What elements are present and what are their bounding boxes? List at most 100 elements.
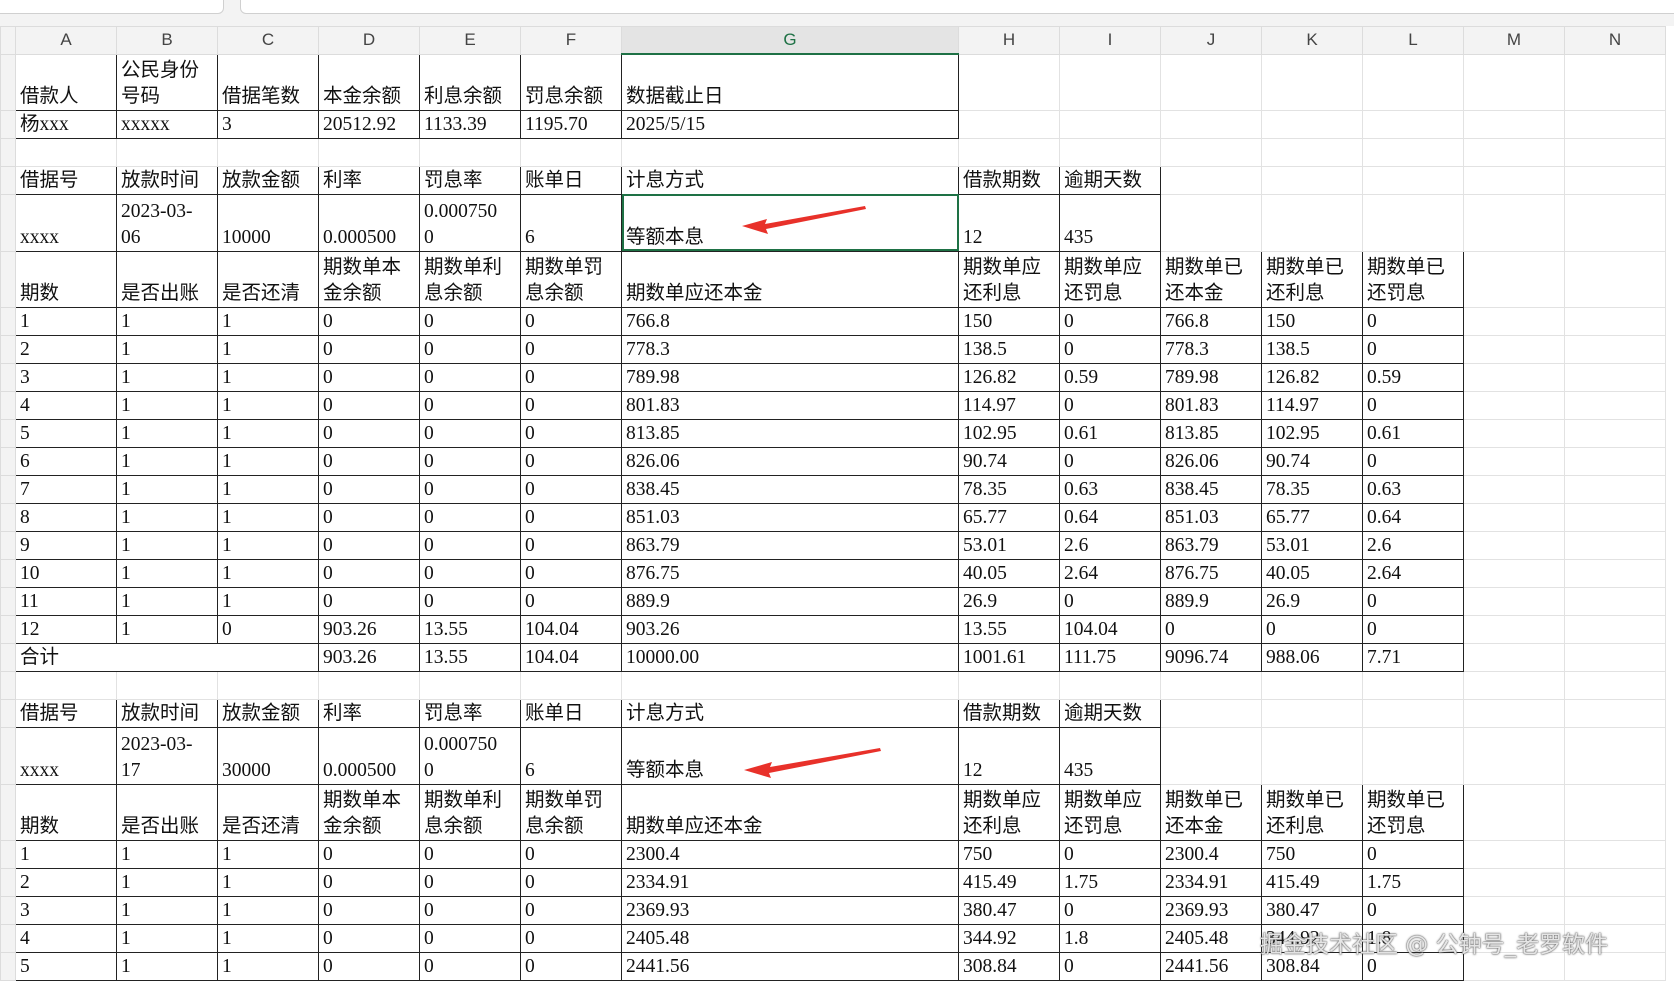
column-header-B[interactable]: B [116,26,218,55]
empty-cell[interactable] [1564,614,1666,644]
cell[interactable]: 13.55 [419,642,521,672]
cell[interactable]: 876.75 [1160,558,1262,588]
row-header[interactable] [0,193,16,252]
cell[interactable]: 308.84 [958,951,1060,981]
cell[interactable]: 10000 [217,193,319,252]
empty-cell[interactable] [1564,165,1666,195]
empty-cell[interactable] [1463,334,1565,364]
cell[interactable]: 1 [217,951,319,981]
column-header-A[interactable]: A [15,26,117,55]
cell[interactable]: 0 [318,334,420,364]
empty-cell[interactable] [116,670,218,700]
cell[interactable]: 2.64 [1059,558,1161,588]
cell[interactable]: 期数单应还本金 [621,783,959,841]
cell[interactable]: 期数单罚 息余额 [520,783,622,841]
empty-cell[interactable] [1463,614,1565,644]
column-header-E[interactable]: E [419,26,521,55]
empty-cell[interactable] [1160,165,1262,195]
cell[interactable]: 801.83 [1160,390,1262,420]
cell[interactable]: 766.8 [1160,306,1262,336]
cell[interactable]: 750 [1261,839,1363,869]
cell[interactable]: 1 [116,474,218,504]
empty-cell[interactable] [1059,670,1161,700]
empty-cell[interactable] [419,670,521,700]
row-header[interactable] [0,586,16,616]
cell[interactable]: 90.74 [1261,446,1363,476]
cell[interactable]: 0 [318,390,420,420]
cell[interactable]: 0 [1059,895,1161,925]
cell[interactable]: 是否出账 [116,250,218,308]
cell[interactable]: 0 [1059,306,1161,336]
cell[interactable]: 0 [318,362,420,392]
cell[interactable]: 期数单已 还本金 [1160,250,1262,308]
cell[interactable]: 期数单应 还利息 [958,250,1060,308]
empty-cell[interactable] [1463,53,1565,111]
empty-cell[interactable] [1463,390,1565,420]
cell[interactable]: 7 [15,474,117,504]
empty-cell[interactable] [1463,783,1565,841]
cell[interactable]: 10000.00 [621,642,959,672]
row-header[interactable] [0,867,16,897]
cell[interactable]: 90.74 [958,446,1060,476]
cell[interactable]: 789.98 [621,362,959,392]
column-header-C[interactable]: C [217,26,319,55]
empty-cell[interactable] [1564,306,1666,336]
cell[interactable]: 13.55 [419,614,521,644]
empty-cell[interactable] [1059,137,1161,167]
row-header[interactable] [0,530,16,560]
empty-cell[interactable] [1160,137,1262,167]
cell[interactable]: 0 [520,558,622,588]
cell[interactable]: 0 [318,502,420,532]
empty-cell[interactable] [1463,502,1565,532]
cell[interactable]: 放款时间 [116,165,218,195]
cell[interactable]: 账单日 [520,165,622,195]
empty-cell[interactable] [1564,558,1666,588]
cell[interactable]: 利率 [318,698,420,728]
cell[interactable]: 0 [1059,586,1161,616]
cell[interactable]: 0 [419,951,521,981]
cell[interactable]: 0 [1362,586,1464,616]
cell[interactable]: 889.9 [621,586,959,616]
empty-cell[interactable] [1362,726,1464,785]
cell[interactable]: 1 [116,390,218,420]
cell[interactable]: 0 [419,839,521,869]
cell[interactable]: 0.000500 [318,726,420,785]
empty-cell[interactable] [1261,137,1363,167]
empty-cell[interactable] [1160,670,1262,700]
cell[interactable]: 3 [217,109,319,139]
cell[interactable]: 0 [520,474,622,504]
empty-cell[interactable] [1564,530,1666,560]
empty-cell[interactable] [1362,698,1464,728]
empty-cell[interactable] [1160,53,1262,111]
cell[interactable]: 期数单已 还罚息 [1362,783,1464,841]
cell[interactable]: 0 [318,306,420,336]
row-header[interactable] [0,250,16,308]
empty-cell[interactable] [1160,726,1262,785]
cell[interactable]: 0 [419,446,521,476]
cell[interactable]: 0 [318,558,420,588]
cell[interactable]: 0.59 [1362,362,1464,392]
cell[interactable]: 2 [15,867,117,897]
empty-cell[interactable] [1160,698,1262,728]
cell[interactable]: 2334.91 [1160,867,1262,897]
cell[interactable]: 期数单已 还罚息 [1362,250,1464,308]
cell[interactable]: 0 [1362,614,1464,644]
cell[interactable]: 是否还清 [217,250,319,308]
cell[interactable]: 104.04 [520,642,622,672]
row-header[interactable] [0,362,16,392]
empty-cell[interactable] [1160,193,1262,252]
column-header-F[interactable]: F [520,26,622,55]
cell[interactable]: 1 [116,306,218,336]
row-header[interactable] [0,670,16,700]
empty-cell[interactable] [1463,670,1565,700]
cell[interactable]: 账单日 [520,698,622,728]
cell[interactable]: 766.8 [621,306,959,336]
cell[interactable]: 0 [1261,614,1363,644]
cell[interactable]: 1133.39 [419,109,521,139]
cell[interactable]: 0 [419,923,521,953]
cell[interactable]: 838.45 [621,474,959,504]
column-header-I[interactable]: I [1059,26,1161,55]
cell[interactable]: 罚息余额 [520,53,622,111]
cell[interactable]: 0 [1059,839,1161,869]
cell[interactable]: 851.03 [621,502,959,532]
